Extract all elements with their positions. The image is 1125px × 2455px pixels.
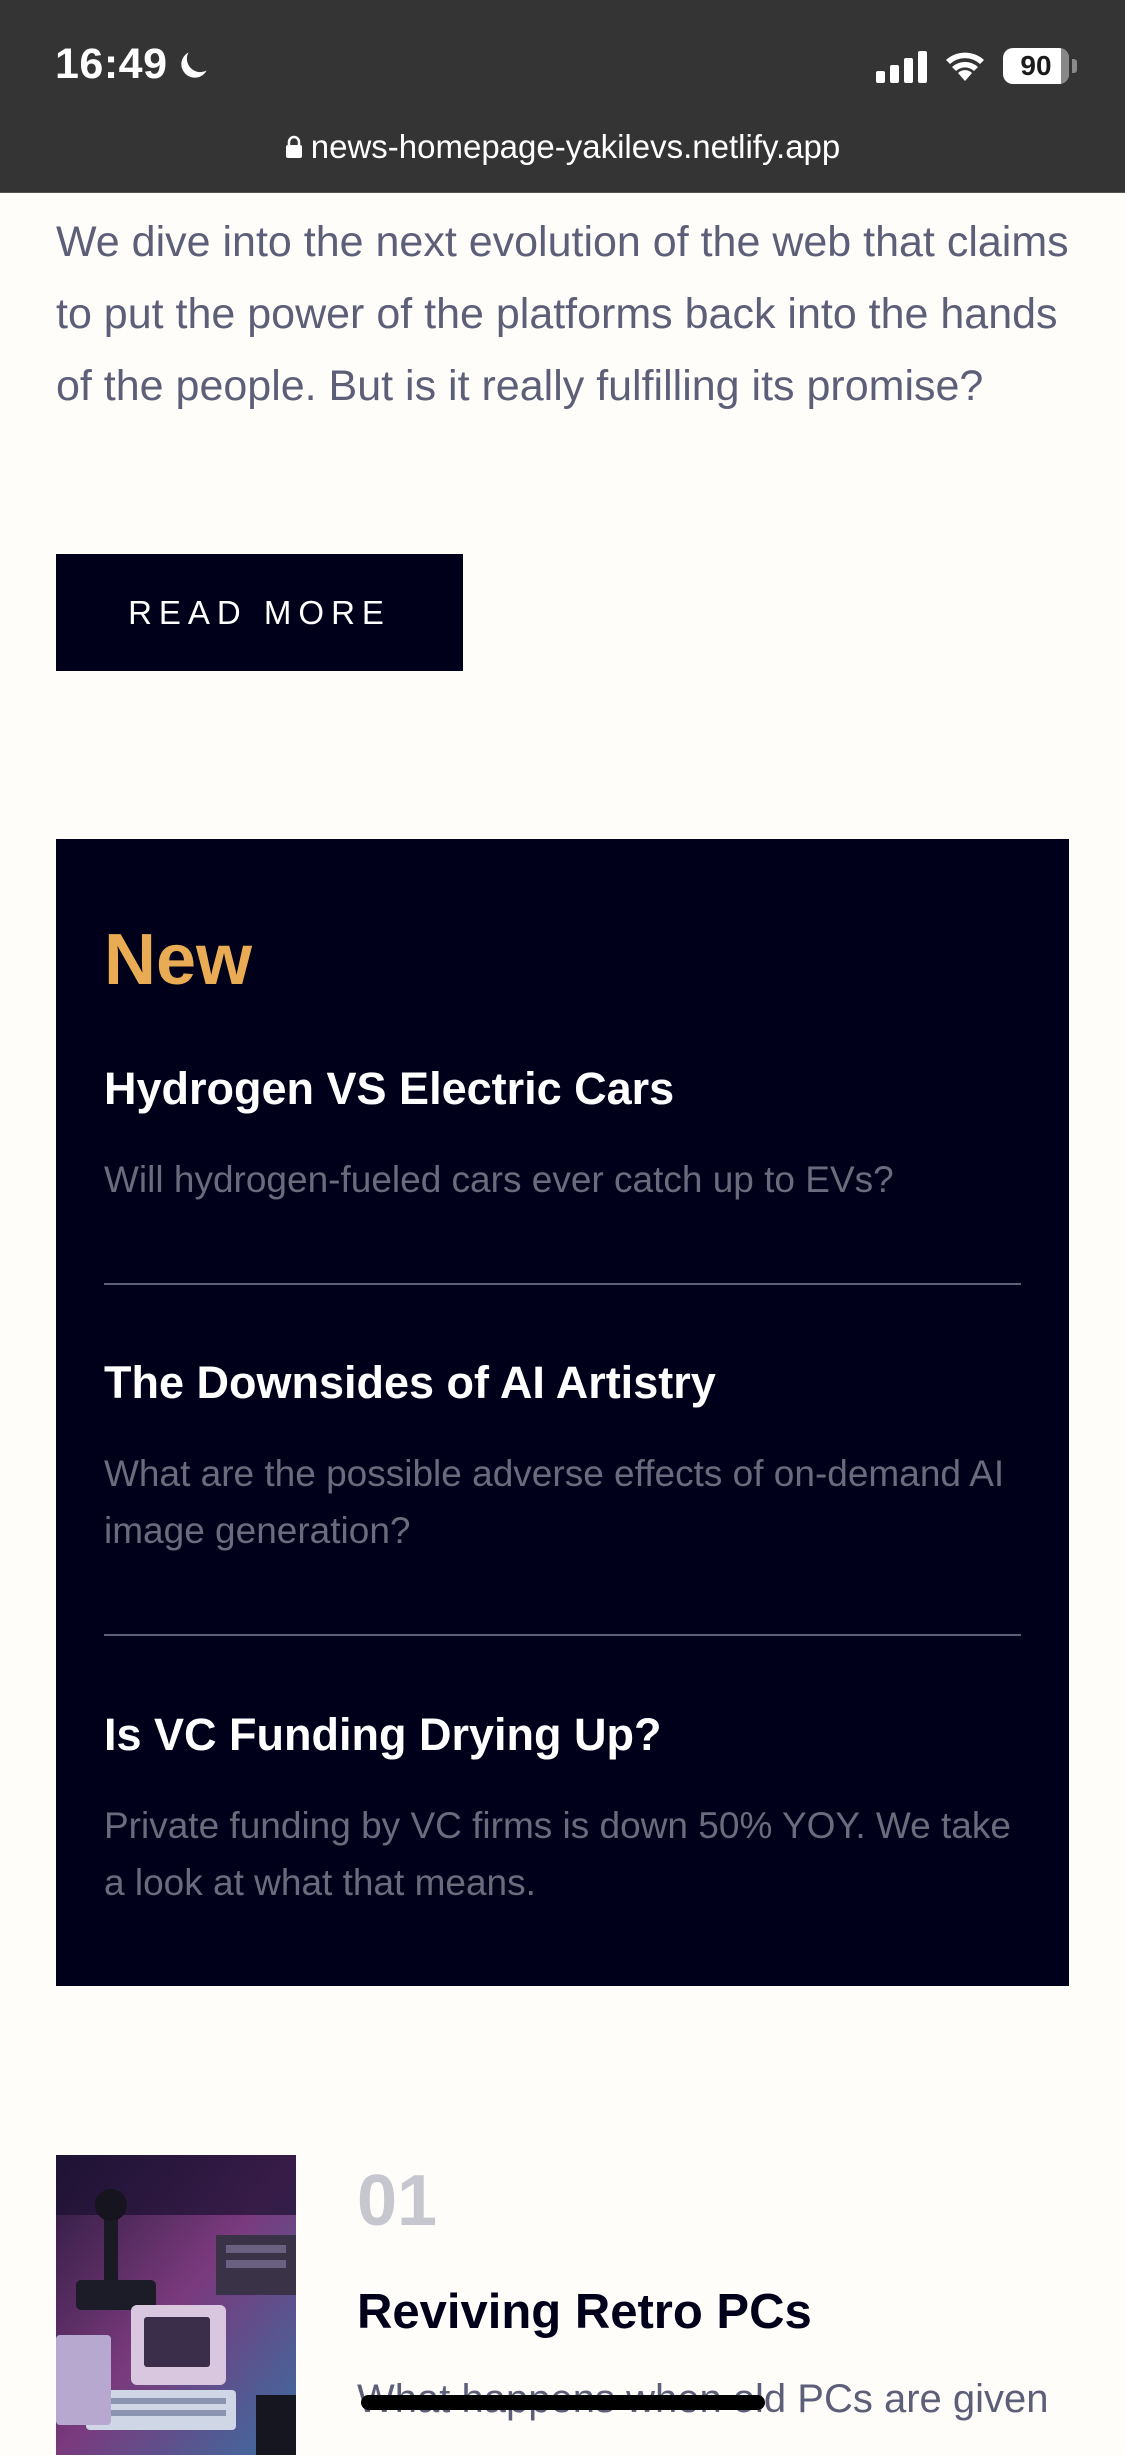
wifi-icon bbox=[946, 52, 984, 81]
new-item-description: Will hydrogen-fueled cars ever catch up … bbox=[104, 1159, 894, 1200]
signal-icon bbox=[876, 49, 927, 83]
url-text: news-homepage-yakilevs.netlify.app bbox=[310, 128, 841, 165]
new-item-description: What are the possible adverse effects of… bbox=[104, 1453, 1005, 1551]
battery-level: 90 bbox=[1020, 50, 1052, 81]
new-item[interactable]: The Downsides of AI Artistry What are th… bbox=[104, 1355, 1021, 1559]
battery-icon: 90 bbox=[1003, 48, 1077, 84]
status-time-text: 16:49 bbox=[55, 40, 168, 88]
browser-status-bar: 16:49 90 news-homepage-yakilevs.netlify.… bbox=[0, 0, 1125, 193]
new-item-title[interactable]: The Downsides of AI Artistry bbox=[104, 1355, 1021, 1411]
article-title[interactable]: Reviving Retro PCs bbox=[357, 2284, 812, 2340]
new-item-title[interactable]: Is VC Funding Drying Up? bbox=[104, 1707, 1021, 1763]
status-icons: 90 bbox=[876, 48, 1077, 84]
new-item-divider bbox=[104, 1634, 1021, 1636]
url-bar[interactable]: news-homepage-yakilevs.netlify.app bbox=[0, 128, 1125, 166]
new-item-divider bbox=[104, 1283, 1021, 1285]
moon-icon bbox=[181, 51, 208, 78]
new-item[interactable]: Hydrogen VS Electric Cars Will hydrogen-… bbox=[104, 1061, 1021, 1208]
article-thumbnail[interactable] bbox=[56, 2155, 296, 2455]
lock-icon bbox=[285, 135, 302, 158]
new-item-description: Private funding by VC firms is down 50% … bbox=[104, 1805, 1011, 1903]
status-time: 16:49 bbox=[55, 40, 213, 89]
article-excerpt: We dive into the next evolution of the w… bbox=[56, 218, 1069, 410]
new-section-title: New bbox=[104, 920, 253, 1000]
new-item-title[interactable]: Hydrogen VS Electric Cars bbox=[104, 1061, 1021, 1117]
home-indicator[interactable] bbox=[361, 2395, 765, 2410]
new-item[interactable]: Is VC Funding Drying Up? Private funding… bbox=[104, 1707, 1021, 1911]
read-more-button[interactable]: READ MORE bbox=[56, 554, 463, 671]
article-number: 01 bbox=[357, 2161, 438, 2241]
new-section: New Hydrogen VS Electric Cars Will hydro… bbox=[56, 839, 1069, 1986]
